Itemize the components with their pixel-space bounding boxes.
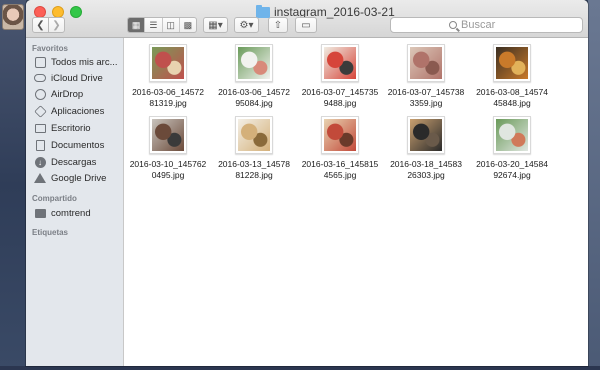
sidebar-item-documents[interactable]: Documentos <box>34 138 104 152</box>
cloud-icon <box>34 72 46 84</box>
grid-icon: ▦ <box>131 19 141 30</box>
desktop-background-right <box>588 0 600 370</box>
sidebar-item-label: AirDrop <box>51 88 84 100</box>
coverflow-view-button[interactable]: ▩ <box>180 18 196 32</box>
file-item[interactable]: 2016-03-18_14583 26303.jpg <box>383 116 469 181</box>
sidebar-item-google-drive[interactable]: Google Drive <box>34 171 106 185</box>
desktop-user-avatar[interactable] <box>2 4 24 30</box>
image-thumbnail <box>149 44 187 82</box>
sidebar-item-airdrop[interactable]: AirDrop <box>34 87 83 101</box>
file-name: 2016-03-20_14584 92674.jpg <box>476 159 548 180</box>
action-button[interactable]: ⚙▾ <box>234 17 259 33</box>
search-placeholder: Buscar <box>461 19 496 31</box>
chevron-left-icon: ❮ <box>36 19 45 31</box>
chevron-right-icon: ❯ <box>52 19 61 31</box>
file-item[interactable]: 2016-03-16_145815 4565.jpg <box>297 116 383 181</box>
zoom-window-button[interactable] <box>70 6 82 18</box>
file-item[interactable]: 2016-03-13_14578 81228.jpg <box>211 116 297 181</box>
column-view-button[interactable]: ◫ <box>163 18 180 32</box>
window-title: instagram_2016-03-21 <box>274 5 395 19</box>
image-thumbnail <box>407 116 445 154</box>
sidebar-item-label: Documentos <box>51 139 105 151</box>
folder-icon <box>256 4 270 18</box>
file-item[interactable]: 2016-03-08_14574 45848.jpg <box>469 44 555 109</box>
file-name: 2016-03-18_14583 26303.jpg <box>390 159 462 180</box>
sidebar-item-icloud-drive[interactable]: iCloud Drive <box>34 71 103 85</box>
gear-icon: ⚙▾ <box>239 19 254 31</box>
all-files-icon <box>34 56 46 68</box>
image-thumbnail <box>493 116 531 154</box>
tags-button[interactable]: ▭ <box>295 17 317 33</box>
sidebar-item-label: Todos mis arc... <box>51 56 118 68</box>
file-grid: 2016-03-06_14572 81319.jpg 2016-03-06_145… <box>124 38 588 366</box>
search-field[interactable]: Buscar <box>390 17 583 33</box>
share-icon: ⇧ <box>273 19 283 31</box>
sidebar: Favoritos Todos mis arc... iCloud Drive … <box>26 38 124 366</box>
sidebar-item-label: Aplicaciones <box>51 105 105 117</box>
window-titlebar: instagram_2016-03-21 ❮ ❯ ▦ ☰ ◫ ▩ ▦▾ ⚙▾ ⇧… <box>26 0 588 38</box>
documents-icon <box>34 139 46 151</box>
file-name: 2016-03-16_145815 4565.jpg <box>301 159 379 180</box>
file-name: 2016-03-13_14578 81228.jpg <box>218 159 290 180</box>
desktop-background <box>0 0 26 370</box>
google-drive-icon <box>34 172 46 184</box>
list-view-button[interactable]: ☰ <box>145 18 163 32</box>
image-thumbnail <box>407 44 445 82</box>
file-item[interactable]: 2016-03-06_14572 95084.jpg <box>211 44 297 109</box>
image-thumbnail <box>321 116 359 154</box>
file-name: 2016-03-10_145762 0495.jpg <box>129 159 207 180</box>
airdrop-icon <box>34 88 46 100</box>
desktop-background-bottom <box>0 366 600 370</box>
sidebar-header-tags: Etiquetas <box>32 228 69 237</box>
arrange-button[interactable]: ▦▾ <box>203 17 228 33</box>
search-icon <box>449 21 457 29</box>
sidebar-item-label: iCloud Drive <box>51 72 103 84</box>
image-thumbnail <box>149 116 187 154</box>
forward-button[interactable]: ❯ <box>48 17 65 33</box>
sidebar-item-label: comtrend <box>51 207 91 219</box>
sidebar-item-all-files[interactable]: Todos mis arc... <box>34 55 118 69</box>
desktop-icon <box>34 122 46 134</box>
sidebar-item-applications[interactable]: Aplicaciones <box>33 104 105 118</box>
view-mode-selector: ▦ ☰ ◫ ▩ <box>127 17 197 33</box>
icon-view-button[interactable]: ▦ <box>128 18 146 32</box>
coverflow-icon: ▩ <box>183 19 193 30</box>
tag-icon: ▭ <box>301 19 311 31</box>
share-button[interactable]: ⇧ <box>268 17 288 33</box>
image-thumbnail <box>493 44 531 82</box>
image-thumbnail <box>235 44 273 82</box>
computer-icon <box>34 207 46 219</box>
image-thumbnail <box>321 44 359 82</box>
file-item[interactable]: 2016-03-07_145735 9488.jpg <box>297 44 383 109</box>
sidebar-item-comtrend[interactable]: comtrend <box>34 206 91 220</box>
sidebar-item-label: Descargas <box>51 156 97 168</box>
sidebar-header-shared: Compartido <box>32 194 77 203</box>
sidebar-header-favorites: Favoritos <box>32 44 69 53</box>
file-item[interactable]: 2016-03-10_145762 0495.jpg <box>125 116 211 181</box>
sidebar-item-label: Google Drive <box>51 172 107 184</box>
back-button[interactable]: ❮ <box>32 17 49 33</box>
list-icon: ☰ <box>149 19 158 30</box>
file-name: 2016-03-07_145738 3359.jpg <box>387 87 465 108</box>
file-name: 2016-03-06_14572 95084.jpg <box>218 87 290 108</box>
columns-icon: ◫ <box>166 19 175 30</box>
finder-window: instagram_2016-03-21 ❮ ❯ ▦ ☰ ◫ ▩ ▦▾ ⚙▾ ⇧… <box>26 0 588 366</box>
file-name: 2016-03-08_14574 45848.jpg <box>476 87 548 108</box>
arrange-grid-icon: ▦▾ <box>208 19 223 31</box>
downloads-icon: ↓ <box>34 156 46 168</box>
file-name: 2016-03-07_145735 9488.jpg <box>301 87 379 108</box>
applications-icon <box>33 104 47 118</box>
file-item[interactable]: 2016-03-07_145738 3359.jpg <box>383 44 469 109</box>
file-item[interactable]: 2016-03-06_14572 81319.jpg <box>125 44 211 109</box>
file-name: 2016-03-06_14572 81319.jpg <box>132 87 204 108</box>
file-item[interactable]: 2016-03-20_14584 92674.jpg <box>469 116 555 181</box>
image-thumbnail <box>235 116 273 154</box>
sidebar-item-label: Escritorio <box>51 122 91 134</box>
sidebar-item-desktop[interactable]: Escritorio <box>34 121 91 135</box>
sidebar-item-downloads[interactable]: ↓ Descargas <box>34 155 96 169</box>
